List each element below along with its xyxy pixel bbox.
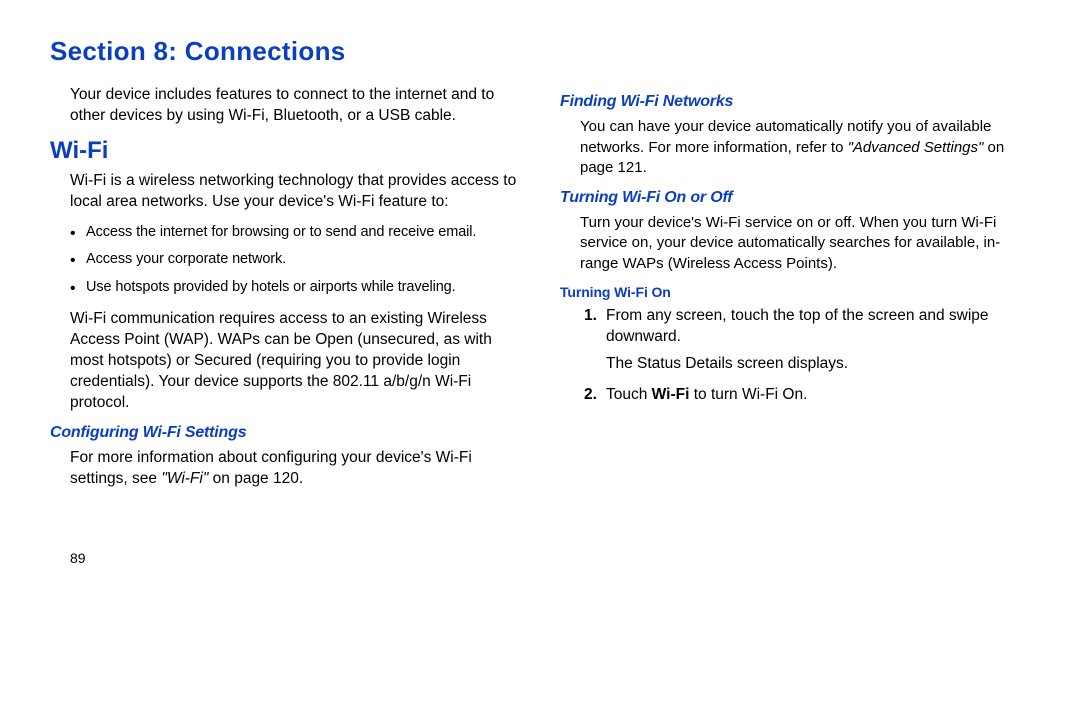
text-bold: Wi-Fi (652, 386, 690, 403)
left-column: Your device includes features to connect… (50, 85, 520, 566)
text: to turn Wi-Fi On. (689, 386, 807, 403)
step-text: From any screen, touch the top of the sc… (606, 307, 989, 345)
step-number: 1. (584, 306, 597, 327)
two-column-layout: Your device includes features to connect… (50, 85, 1030, 566)
right-column: Finding Wi-Fi Networks You can have your… (560, 85, 1030, 566)
cross-reference: "Advanced Settings" (848, 139, 984, 156)
wifi-body-2: Wi-Fi communication requires access to a… (50, 309, 520, 414)
finding-heading: Finding Wi-Fi Networks (560, 93, 1030, 111)
step-text: Touch Wi-Fi to turn Wi-Fi On. (606, 386, 807, 403)
list-item: Use hotspots provided by hotels or airpo… (70, 278, 520, 298)
configuring-body: For more information about configuring y… (50, 448, 520, 490)
wifi-heading: Wi-Fi (50, 137, 520, 165)
step-item: 2. Touch Wi-Fi to turn Wi-Fi On. (584, 385, 1030, 406)
step-item: 1. From any screen, touch the top of the… (584, 306, 1030, 375)
text: on page 120. (208, 470, 303, 487)
wifi-body-1: Wi-Fi is a wireless networking technolog… (50, 171, 520, 213)
manual-page: Section 8: Connections Your device inclu… (0, 0, 1080, 586)
intro-paragraph: Your device includes features to connect… (50, 85, 520, 127)
turning-on-heading: Turning Wi-Fi On (560, 284, 1030, 300)
step-number: 2. (584, 385, 597, 406)
cross-reference: "Wi-Fi" (161, 470, 208, 487)
list-item: Access your corporate network. (70, 250, 520, 270)
turning-on-steps: 1. From any screen, touch the top of the… (560, 306, 1030, 406)
wifi-feature-list: Access the internet for browsing or to s… (50, 223, 520, 298)
finding-body: You can have your device automatically n… (560, 117, 1030, 179)
text: Touch (606, 386, 652, 403)
list-item: Access the internet for browsing or to s… (70, 223, 520, 243)
section-title: Section 8: Connections (50, 36, 1030, 67)
page-number: 89 (50, 550, 520, 566)
turning-onoff-heading: Turning Wi-Fi On or Off (560, 189, 1030, 207)
step-subtext: The Status Details screen displays. (606, 354, 1030, 375)
turning-body: Turn your device's Wi-Fi service on or o… (560, 213, 1030, 275)
configuring-heading: Configuring Wi-Fi Settings (50, 424, 520, 442)
